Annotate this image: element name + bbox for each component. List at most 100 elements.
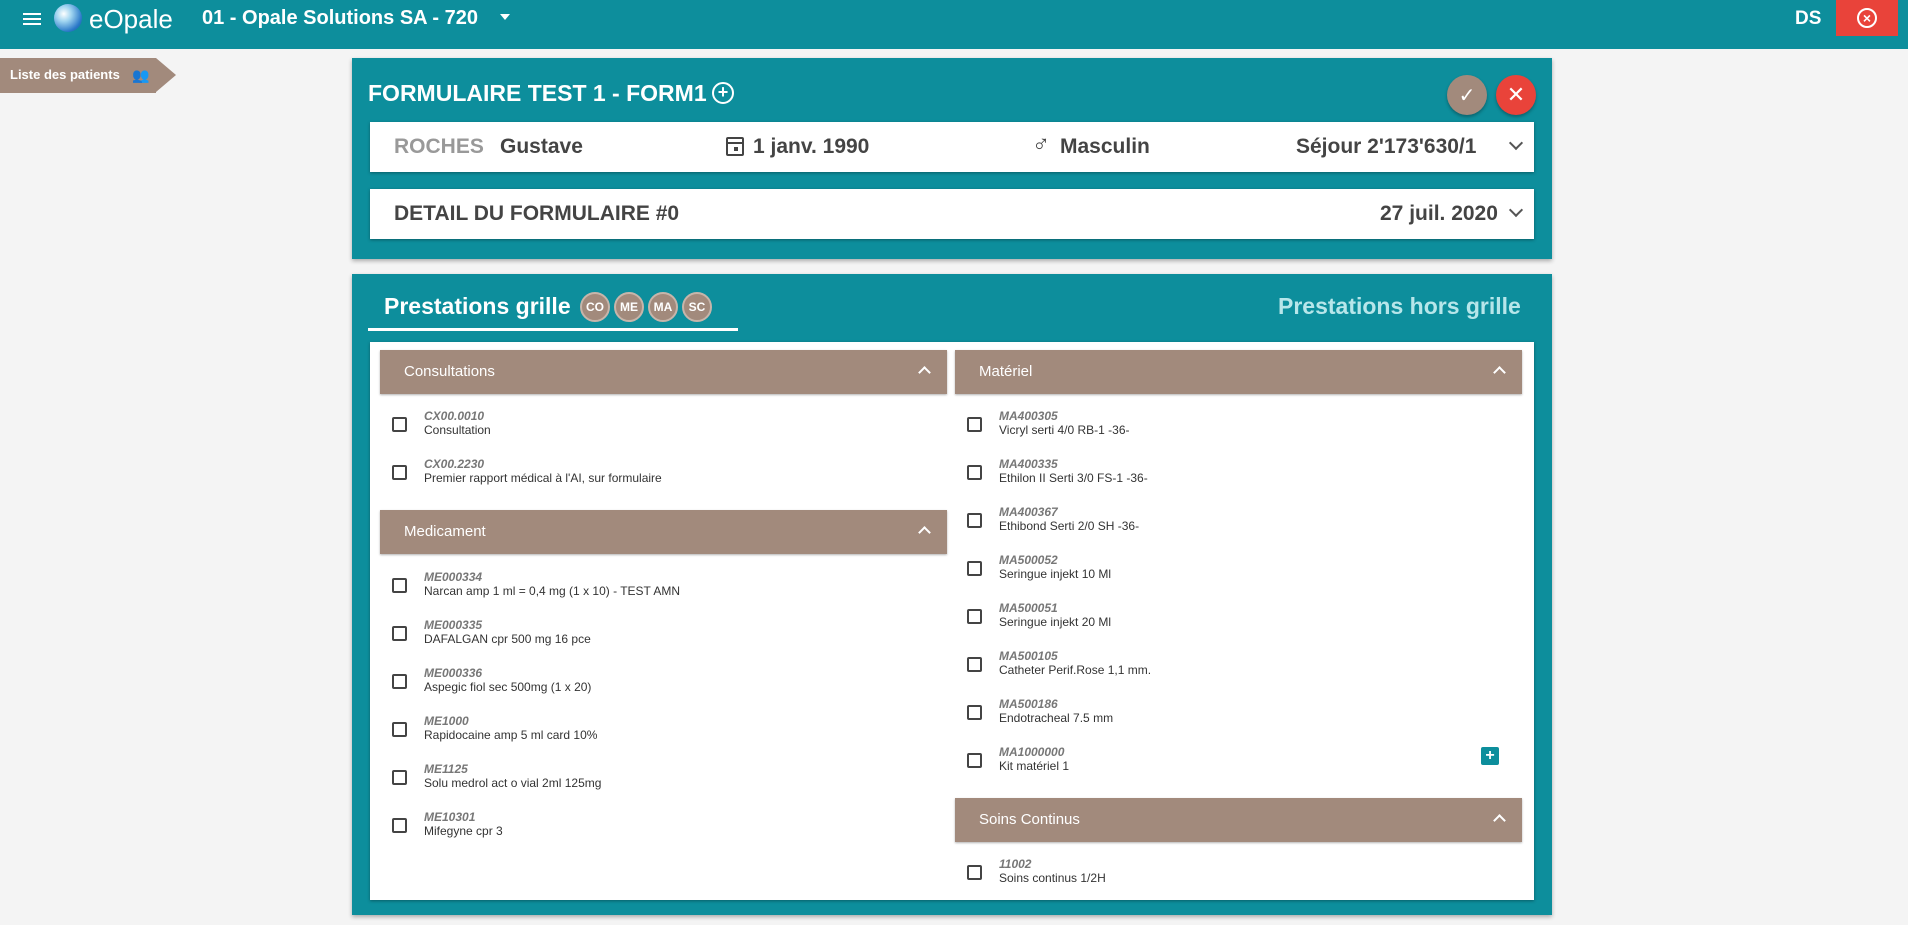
caret-down-icon[interactable] bbox=[500, 14, 510, 20]
people-icon: 👥 bbox=[132, 67, 150, 83]
checkbox[interactable] bbox=[392, 770, 407, 785]
list-item: ME10301 Mifegyne cpr 3 bbox=[380, 810, 930, 850]
patients-list-tab[interactable]: Liste des patients 👥 bbox=[0, 58, 176, 93]
patient-last-name: ROCHES bbox=[394, 135, 484, 158]
list-item: CX00.0010 Consultation bbox=[380, 409, 930, 449]
item-code: ME000336 bbox=[424, 666, 483, 680]
checkbox[interactable] bbox=[392, 578, 407, 593]
checkbox[interactable] bbox=[967, 513, 982, 528]
item-description: Kit matériel 1 bbox=[999, 759, 1070, 773]
chevron-down-icon[interactable] bbox=[1508, 135, 1524, 151]
form-detail-title: DETAIL DU FORMULAIRE #0 bbox=[394, 202, 680, 225]
chevron-up-icon bbox=[918, 366, 931, 379]
app-logo-text: eOpale bbox=[89, 4, 173, 34]
list-item: MA500105 Catheter Perif.Rose 1,1 mm. bbox=[955, 649, 1505, 689]
item-description: Endotracheal 7.5 mm bbox=[999, 711, 1114, 725]
prestations-content: Consultations CX00.0010 Consultation CX0… bbox=[370, 342, 1534, 900]
item-code: ME000334 bbox=[424, 570, 483, 584]
checkbox[interactable] bbox=[392, 674, 407, 689]
item-code: MA500051 bbox=[999, 601, 1058, 615]
section-title: Consultations bbox=[404, 363, 495, 380]
item-description: Narcan amp 1 ml = 0,4 mg (1 x 10) - TEST… bbox=[424, 584, 680, 598]
checkbox[interactable] bbox=[967, 465, 982, 480]
checkbox[interactable] bbox=[967, 865, 982, 880]
patient-first-name: Gustave bbox=[500, 135, 583, 158]
item-code: MA400305 bbox=[999, 409, 1058, 423]
section-title: Matériel bbox=[979, 363, 1033, 380]
checkbox[interactable] bbox=[967, 609, 982, 624]
list-item: MA1000000 Kit matériel 1 bbox=[955, 745, 1505, 785]
chip-ma[interactable]: MA bbox=[648, 292, 678, 322]
active-tab-indicator bbox=[368, 328, 738, 331]
checkbox[interactable] bbox=[392, 465, 407, 480]
item-code: 11002 bbox=[999, 857, 1032, 871]
item-code: MA1000000 bbox=[999, 745, 1065, 759]
prestations-card: Prestations grille CO ME MA SC Prestatio… bbox=[352, 274, 1552, 915]
checkbox[interactable] bbox=[967, 705, 982, 720]
item-description: Catheter Perif.Rose 1,1 mm. bbox=[999, 663, 1152, 677]
logout-button[interactable]: × bbox=[1836, 0, 1898, 36]
patient-info-bar[interactable]: ROCHES Gustave 1 janv. 1990 ♂ Masculin S… bbox=[370, 122, 1534, 172]
section-header-materiel[interactable]: Matériel bbox=[955, 350, 1522, 394]
section-title: Soins Continus bbox=[979, 811, 1080, 828]
list-item: ME1125 Solu medrol act o vial 2ml 125mg bbox=[380, 762, 930, 802]
chip-co[interactable]: CO bbox=[580, 292, 610, 322]
checkbox[interactable] bbox=[967, 417, 982, 432]
checkbox[interactable] bbox=[392, 626, 407, 641]
chevron-up-icon bbox=[1493, 366, 1506, 379]
list-item: MA400335 Ethilon II Serti 3/0 FS-1 -36- bbox=[955, 457, 1505, 497]
item-description: Ethilon II Serti 3/0 FS-1 -36- bbox=[999, 471, 1148, 485]
item-description: Premier rapport médical à l'AI, sur form… bbox=[424, 471, 662, 485]
chip-sc[interactable]: SC bbox=[682, 292, 712, 322]
item-code: ME000335 bbox=[424, 618, 483, 632]
tab-arrow bbox=[156, 58, 176, 92]
list-item: MA400305 Vicryl serti 4/0 RB-1 -36- bbox=[955, 409, 1505, 449]
tab-prestations-hors-grille[interactable]: Prestations hors grille bbox=[1278, 293, 1521, 320]
validate-button[interactable]: ✓ bbox=[1447, 75, 1487, 115]
list-item: MA500051 Seringue injekt 20 Ml bbox=[955, 601, 1505, 641]
list-item: ME1000 Rapidocaine amp 5 ml card 10% bbox=[380, 714, 930, 754]
section-header-medicament[interactable]: Medicament bbox=[380, 510, 947, 554]
list-item: CX00.2230 Premier rapport médical à l'AI… bbox=[380, 457, 930, 497]
item-description: Mifegyne cpr 3 bbox=[424, 824, 503, 838]
chevron-up-icon bbox=[1493, 814, 1506, 827]
item-description: Ethibond Serti 2/0 SH -36- bbox=[999, 519, 1140, 533]
section-header-soins-continus[interactable]: Soins Continus bbox=[955, 798, 1522, 842]
checkbox[interactable] bbox=[392, 818, 407, 833]
organization-selector[interactable]: 01 - Opale Solutions SA - 720 bbox=[202, 7, 478, 30]
user-avatar-initials[interactable]: DS bbox=[1795, 8, 1821, 30]
checkbox[interactable] bbox=[392, 417, 407, 432]
item-code: ME10301 bbox=[424, 810, 476, 824]
chip-me[interactable]: ME bbox=[614, 292, 644, 322]
form-detail-date: 27 juil. 2020 bbox=[1380, 202, 1498, 225]
list-item: MA500052 Seringue injekt 10 Ml bbox=[955, 553, 1505, 593]
item-description: Consultation bbox=[424, 423, 491, 437]
checkbox[interactable] bbox=[967, 753, 982, 768]
item-description: Seringue injekt 20 Ml bbox=[999, 615, 1112, 629]
form-detail-bar[interactable]: DETAIL DU FORMULAIRE #0 27 juil. 2020 bbox=[370, 189, 1534, 239]
checkbox[interactable] bbox=[967, 657, 982, 672]
item-code: MA500105 bbox=[999, 649, 1058, 663]
item-description: Solu medrol act o vial 2ml 125mg bbox=[424, 776, 602, 790]
list-item: MA400367 Ethibond Serti 2/0 SH -36- bbox=[955, 505, 1505, 545]
checkbox[interactable] bbox=[392, 722, 407, 737]
list-item: ME000334 Narcan amp 1 ml = 0,4 mg (1 x 1… bbox=[380, 570, 930, 610]
add-kit-icon[interactable]: + bbox=[1481, 747, 1499, 765]
item-code: MA500186 bbox=[999, 697, 1058, 711]
item-description: Soins continus 1/2H bbox=[999, 871, 1106, 885]
add-circle-icon[interactable]: + bbox=[712, 82, 734, 104]
checkbox[interactable] bbox=[967, 561, 982, 576]
hamburger-menu-icon[interactable] bbox=[20, 8, 44, 32]
item-code: ME1125 bbox=[424, 762, 468, 776]
item-description: Aspegic fiol sec 500mg (1 x 20) bbox=[424, 680, 592, 694]
chevron-down-icon[interactable] bbox=[1508, 202, 1524, 218]
item-code: CX00.0010 bbox=[424, 409, 485, 423]
patient-sejour: Séjour 2'173'630/1 bbox=[1296, 135, 1477, 158]
patients-list-label: Liste des patients bbox=[10, 67, 120, 82]
item-description: Rapidocaine amp 5 ml card 10% bbox=[424, 728, 598, 742]
cancel-button[interactable]: ✕ bbox=[1496, 75, 1536, 115]
tab-prestations-grille[interactable]: Prestations grille bbox=[384, 293, 571, 320]
list-item: 11002 Soins continus 1/2H bbox=[955, 857, 1505, 897]
list-item: MA500186 Endotracheal 7.5 mm bbox=[955, 697, 1505, 737]
section-header-consultations[interactable]: Consultations bbox=[380, 350, 947, 394]
